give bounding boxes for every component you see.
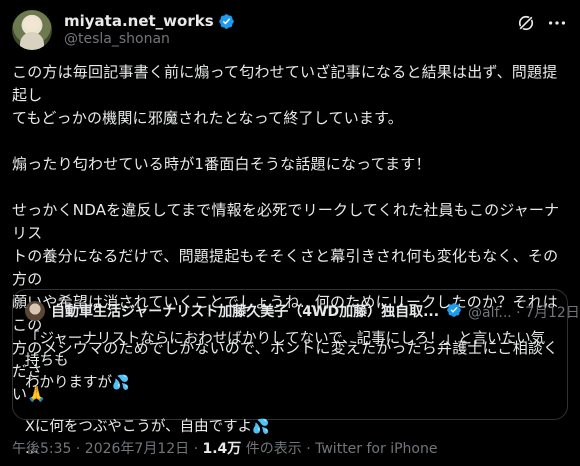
view-count[interactable]: 1.4万 xyxy=(203,441,242,457)
quote-line-3: Xに何をつぶやこうが、自由ですよ xyxy=(25,419,253,435)
quoted-tweet[interactable]: 自動車生活ジャーナリスト加藤久美子（4WD加藤）独自取... @alf... ·… xyxy=(12,289,580,457)
author-handle[interactable]: @tesla_shonan xyxy=(64,31,170,47)
avatar[interactable] xyxy=(12,10,52,50)
quote-handle-date: @alf... · 7月12日 xyxy=(468,305,580,321)
grok-icon[interactable] xyxy=(516,13,536,33)
verified-badge-icon xyxy=(218,13,234,29)
tweet-meta: 午後5:35 · 2026年7月12日 · 1.4万 件の表示 · Twitte… xyxy=(12,438,437,458)
timestamp[interactable]: 午後5:35 · 2026年7月12日 · xyxy=(12,441,203,457)
quote-author-name: 自動車生活ジャーナリスト加藤久美子（4WD加藤）独自取... xyxy=(51,304,440,320)
quote-verified-badge-icon xyxy=(447,303,461,317)
quote-line-2: わかりますが xyxy=(25,375,112,391)
quote-line-1: 「ジャーナリストならにおわせばかりしてないで、記事にしろ！」と言いたい気持ちも xyxy=(25,331,546,369)
tweet-header: miyata.net_works @tesla_shonan xyxy=(12,10,568,50)
sweat-droplets-icon: 💦 xyxy=(112,375,130,391)
avatar-face xyxy=(24,16,40,32)
name-row: miyata.net_works xyxy=(64,12,235,30)
more-options-icon[interactable] xyxy=(546,12,568,34)
quote-avatar xyxy=(25,301,45,321)
sweat-droplets-icon-2: 💦 xyxy=(252,419,270,435)
views-label: 件の表示 · xyxy=(241,441,316,457)
tweet-source: Twitter for iPhone xyxy=(315,441,438,457)
avatar-body xyxy=(20,32,44,50)
display-name[interactable]: miyata.net_works xyxy=(64,12,214,30)
